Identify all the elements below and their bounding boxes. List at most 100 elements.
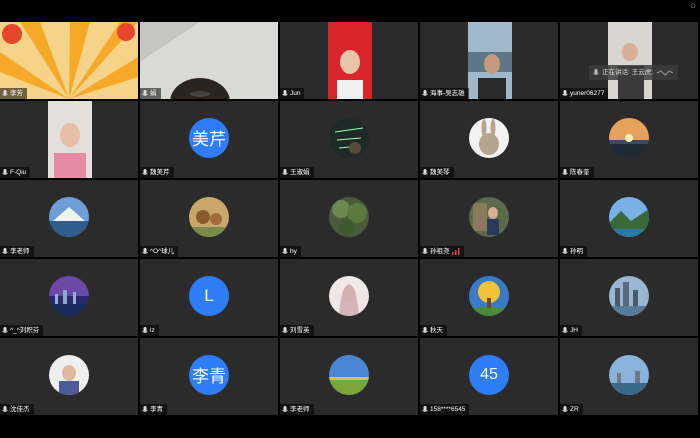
mic-icon [282, 405, 288, 412]
participant-name-label: ZR [560, 404, 583, 415]
participant-name-label: 娟 [140, 88, 161, 99]
participant-tile[interactable]: 孙祖尧 [420, 180, 558, 257]
participant-name-label: hy [280, 246, 301, 257]
mic-icon [282, 89, 288, 96]
participant-name-label: 魏美琴 [420, 167, 454, 178]
participant-tile[interactable]: hy [280, 180, 418, 257]
mic-icon [2, 168, 8, 175]
mic-icon [142, 89, 148, 96]
avatar: 美芹 [189, 117, 229, 158]
participant-name-label: 沈佳杰 [0, 404, 34, 415]
avatar [609, 275, 649, 316]
participant-tile[interactable]: 李老师 [280, 338, 418, 415]
participant-name-label: JH [560, 325, 582, 336]
participant-tile[interactable]: ZR [560, 338, 698, 415]
participant-tile[interactable]: 李芳 [0, 22, 138, 99]
participant-tile[interactable]: Jun [280, 22, 418, 99]
mic-icon [2, 405, 8, 412]
avatar [609, 117, 649, 158]
participant-tile[interactable]: 正在讲话: 王云虎; yuner06277 [560, 22, 698, 99]
avatar [469, 275, 509, 316]
participant-name-label: 王淑娟 [280, 167, 314, 178]
participant-name-label: lz [140, 325, 159, 336]
avatar [329, 196, 369, 237]
mic-icon [282, 247, 288, 254]
participant-name-label: ^O^球儿 [140, 246, 179, 257]
participant-name-label: Jun [280, 88, 305, 99]
avatar [189, 196, 229, 237]
participant-name-label: 刘雪英 [280, 325, 314, 336]
avatar [329, 117, 369, 158]
participant-tile[interactable]: 刘雪英 [280, 259, 418, 336]
video-feed [140, 22, 278, 99]
video-grid: 李芳 娟 Jun 海事-吴志雄 正在讲话: 王云虎; yuner06277 F-… [0, 22, 700, 416]
mic-icon [142, 168, 148, 175]
participant-tile[interactable]: 秋天 [420, 259, 558, 336]
avatar: 李青 [189, 354, 229, 395]
participant-tile[interactable]: 陈春奎 [560, 101, 698, 178]
signal-strength-icon [451, 248, 459, 255]
mic-icon [422, 168, 428, 175]
avatar: L [189, 275, 229, 316]
participant-name-label: 魏美芹 [140, 167, 174, 178]
participant-tile[interactable]: 娟 [140, 22, 278, 99]
avatar [609, 196, 649, 237]
participant-name-label: 孙祖尧 [420, 246, 464, 257]
avatar [49, 275, 89, 316]
mic-icon [282, 326, 288, 333]
mic-icon [562, 168, 568, 175]
participant-tile[interactable]: 魏美琴 [420, 101, 558, 178]
mic-icon [2, 326, 8, 333]
avatar [49, 196, 89, 237]
active-speaker-indicator: 正在讲话: 王云虎; [589, 65, 678, 80]
corner-icon[interactable]: ⊙ [690, 2, 696, 10]
participant-tile[interactable]: 沈佳杰 [0, 338, 138, 415]
participant-name-label: 海事-吴志雄 [420, 88, 469, 99]
mic-icon [422, 89, 428, 96]
participant-name-label: 李芳 [0, 88, 27, 99]
participant-tile[interactable]: 李青 李青 [140, 338, 278, 415]
mic-icon [282, 168, 288, 175]
participant-tile[interactable]: 李老师 [0, 180, 138, 257]
avatar: 45 [469, 354, 509, 395]
participant-name-label: 158****6545 [420, 404, 470, 415]
mic-icon [142, 247, 148, 254]
mic-icon [142, 326, 148, 333]
avatar [469, 196, 509, 237]
participant-name-label: 孙明 [560, 246, 587, 257]
participant-tile[interactable]: 王淑娟 [280, 101, 418, 178]
mic-icon [562, 89, 568, 96]
participant-tile[interactable]: 45 158****6545 [420, 338, 558, 415]
participant-tile[interactable]: 海事-吴志雄 [420, 22, 558, 99]
mic-icon [562, 326, 568, 333]
participant-name-label: 陈春奎 [560, 167, 594, 178]
participant-name-label: yuner06277 [560, 88, 609, 99]
participant-tile[interactable]: F-Qiu [0, 101, 138, 178]
participant-name-label: F-Qiu [0, 167, 31, 178]
mic-icon [2, 89, 8, 96]
participant-tile[interactable]: L lz [140, 259, 278, 336]
avatar [49, 354, 89, 395]
participant-tile[interactable]: JH [560, 259, 698, 336]
avatar [609, 354, 649, 395]
avatar [329, 354, 369, 395]
participant-name-label: 秋天 [420, 325, 447, 336]
avatar [469, 117, 509, 158]
mic-icon [422, 405, 428, 412]
participant-name-label: 李老师 [0, 246, 34, 257]
mic-icon [142, 405, 148, 412]
mic-icon [593, 68, 599, 75]
participant-name-label: 李老师 [280, 404, 314, 415]
participant-tile[interactable]: 美芹 魏美芹 [140, 101, 278, 178]
participant-tile[interactable]: 孙明 [560, 180, 698, 257]
participant-name-label: ^_^刘积芬 [0, 325, 44, 336]
avatar [329, 275, 369, 316]
mic-icon [2, 247, 8, 254]
mic-icon [422, 326, 428, 333]
participant-tile[interactable]: ^_^刘积芬 [0, 259, 138, 336]
audio-level-icon [656, 69, 674, 76]
mic-icon [562, 247, 568, 254]
mic-icon [422, 247, 428, 254]
mic-icon [562, 405, 568, 412]
participant-tile[interactable]: ^O^球儿 [140, 180, 278, 257]
